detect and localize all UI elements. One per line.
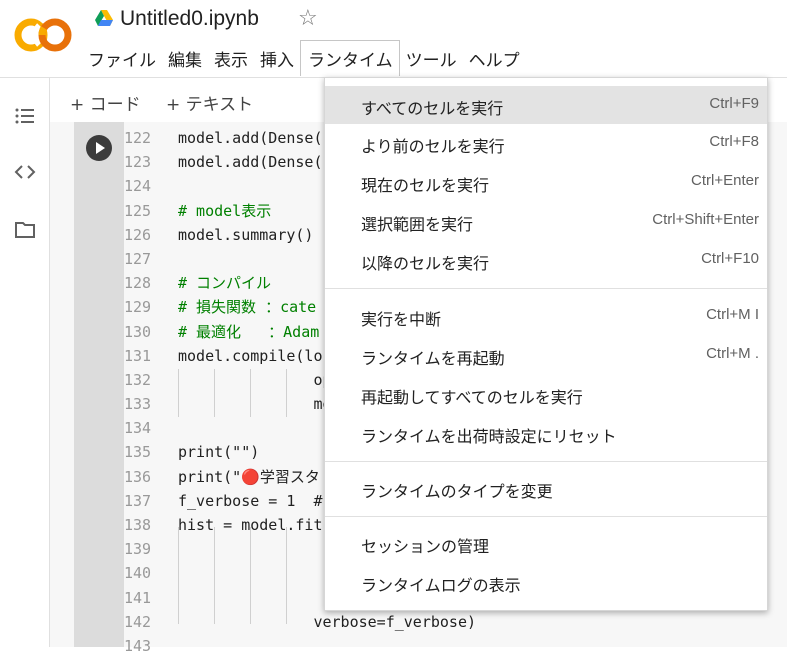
line-number: 131 (124, 346, 152, 365)
line-number: 130 (124, 322, 152, 341)
code-line[interactable]: verbose=f_verbose) (178, 610, 778, 634)
menu-edit[interactable]: 編集 (162, 40, 208, 76)
run-cell-button[interactable] (86, 135, 112, 161)
code-line[interactable] (178, 634, 778, 658)
left-rail (0, 78, 50, 647)
menu-item-label: 再起動してすべてのセルを実行 (361, 388, 583, 407)
menu-item-label: 実行を中断 (361, 310, 442, 329)
menu-item-label: 現在のセルを実行 (361, 176, 490, 195)
menu-insert[interactable]: 挿入 (254, 40, 300, 76)
line-number: 123 (124, 153, 152, 172)
line-number: 140 (124, 564, 152, 583)
line-number: 125 (124, 201, 152, 220)
menu-tools[interactable]: ツール (400, 40, 463, 76)
menu-item-run-current[interactable]: 現在のセルを実行 Ctrl+Enter (325, 163, 767, 201)
line-number: 122 (124, 129, 152, 147)
code-snippets-icon[interactable] (14, 162, 36, 182)
menu-view[interactable]: 表示 (208, 40, 254, 76)
line-number: 135 (124, 443, 152, 462)
menu-bar: ファイル 編集 表示 挿入 ランタイム ツール ヘルプ (82, 40, 526, 76)
menu-separator (325, 288, 767, 289)
line-number: 136 (124, 467, 152, 486)
add-text-button[interactable]: + テキスト (166, 90, 253, 115)
menu-item-label: ランタイムのタイプを変更 (361, 482, 553, 501)
notebook-title[interactable]: Untitled0.ipynb (120, 7, 259, 31)
menu-file[interactable]: ファイル (82, 40, 162, 76)
menu-separator (325, 461, 767, 462)
colab-logo[interactable] (14, 16, 72, 54)
menu-item-label: すべてのセルを実行 (361, 99, 504, 118)
menu-item-label: ランタイムログの表示 (361, 576, 521, 595)
line-number: 132 (124, 370, 152, 389)
menu-item-label: ランタイムを出荷時設定にリセット (361, 427, 617, 446)
menu-item-manage-sessions[interactable]: セッションの管理 (325, 524, 767, 562)
line-number: 141 (124, 588, 152, 607)
menu-item-shortcut: Ctrl+F8 (709, 133, 759, 150)
menu-item-interrupt[interactable]: 実行を中断 Ctrl+M I (325, 297, 767, 335)
menu-item-view-runtime-logs[interactable]: ランタイムログの表示 (325, 563, 767, 601)
menu-item-shortcut: Ctrl+F10 (701, 250, 759, 267)
line-number: 133 (124, 395, 152, 414)
menu-item-label: 選択範囲を実行 (361, 215, 474, 234)
line-number: 129 (124, 298, 152, 317)
menu-item-restart-run-all[interactable]: 再起動してすべてのセルを実行 (325, 375, 767, 413)
menu-item-shortcut: Ctrl+M . (706, 345, 759, 362)
line-number: 124 (124, 177, 152, 196)
cell-gutter (74, 122, 124, 647)
toc-icon[interactable] (14, 106, 36, 126)
add-code-button[interactable]: + コード (70, 90, 141, 115)
line-number: 142 (124, 612, 152, 631)
app-header: Untitled0.ipynb ☆ ファイル 編集 表示 挿入 ランタイム ツー… (0, 0, 787, 78)
line-number: 139 (124, 540, 152, 559)
menu-item-run-all[interactable]: すべてのセルを実行 Ctrl+F9 (325, 86, 767, 124)
menu-item-shortcut: Ctrl+M I (706, 306, 759, 323)
runtime-menu: すべてのセルを実行 Ctrl+F9 より前のセルを実行 Ctrl+F8 現在のセ… (324, 77, 768, 611)
star-icon[interactable]: ☆ (298, 6, 318, 31)
menu-separator (325, 516, 767, 517)
menu-runtime[interactable]: ランタイム (300, 40, 400, 76)
menu-item-shortcut: Ctrl+F9 (709, 95, 759, 112)
menu-item-run-before[interactable]: より前のセルを実行 Ctrl+F8 (325, 124, 767, 162)
menu-item-label: 以降のセルを実行 (361, 254, 490, 273)
menu-item-label: セッションの管理 (361, 537, 490, 556)
menu-item-run-selection[interactable]: 選択範囲を実行 Ctrl+Shift+Enter (325, 202, 767, 240)
line-number: 126 (124, 225, 152, 244)
line-number: 134 (124, 419, 152, 438)
menu-item-label: より前のセルを実行 (361, 137, 505, 156)
menu-item-restart[interactable]: ランタイムを再起動 Ctrl+M . (325, 336, 767, 374)
menu-item-shortcut: Ctrl+Enter (691, 172, 759, 189)
menu-help[interactable]: ヘルプ (463, 40, 526, 76)
menu-item-change-runtime-type[interactable]: ランタイムのタイプを変更 (325, 469, 767, 507)
menu-item-shortcut: Ctrl+Shift+Enter (652, 211, 759, 228)
line-number: 127 (124, 249, 152, 268)
folder-icon[interactable] (14, 220, 36, 240)
line-number: 137 (124, 491, 152, 510)
menu-item-label: ランタイムを再起動 (361, 349, 505, 368)
line-number: 143 (124, 636, 152, 655)
line-number: 138 (124, 516, 152, 534)
menu-item-run-after[interactable]: 以降のセルを実行 Ctrl+F10 (325, 241, 767, 279)
drive-icon[interactable] (95, 10, 113, 26)
menu-item-factory-reset[interactable]: ランタイムを出荷時設定にリセット (325, 414, 767, 452)
line-number: 128 (124, 274, 152, 293)
line-numbers: 122 123 124 125 126 127 128 129 130 131 132 133 134 1… (124, 126, 176, 658)
